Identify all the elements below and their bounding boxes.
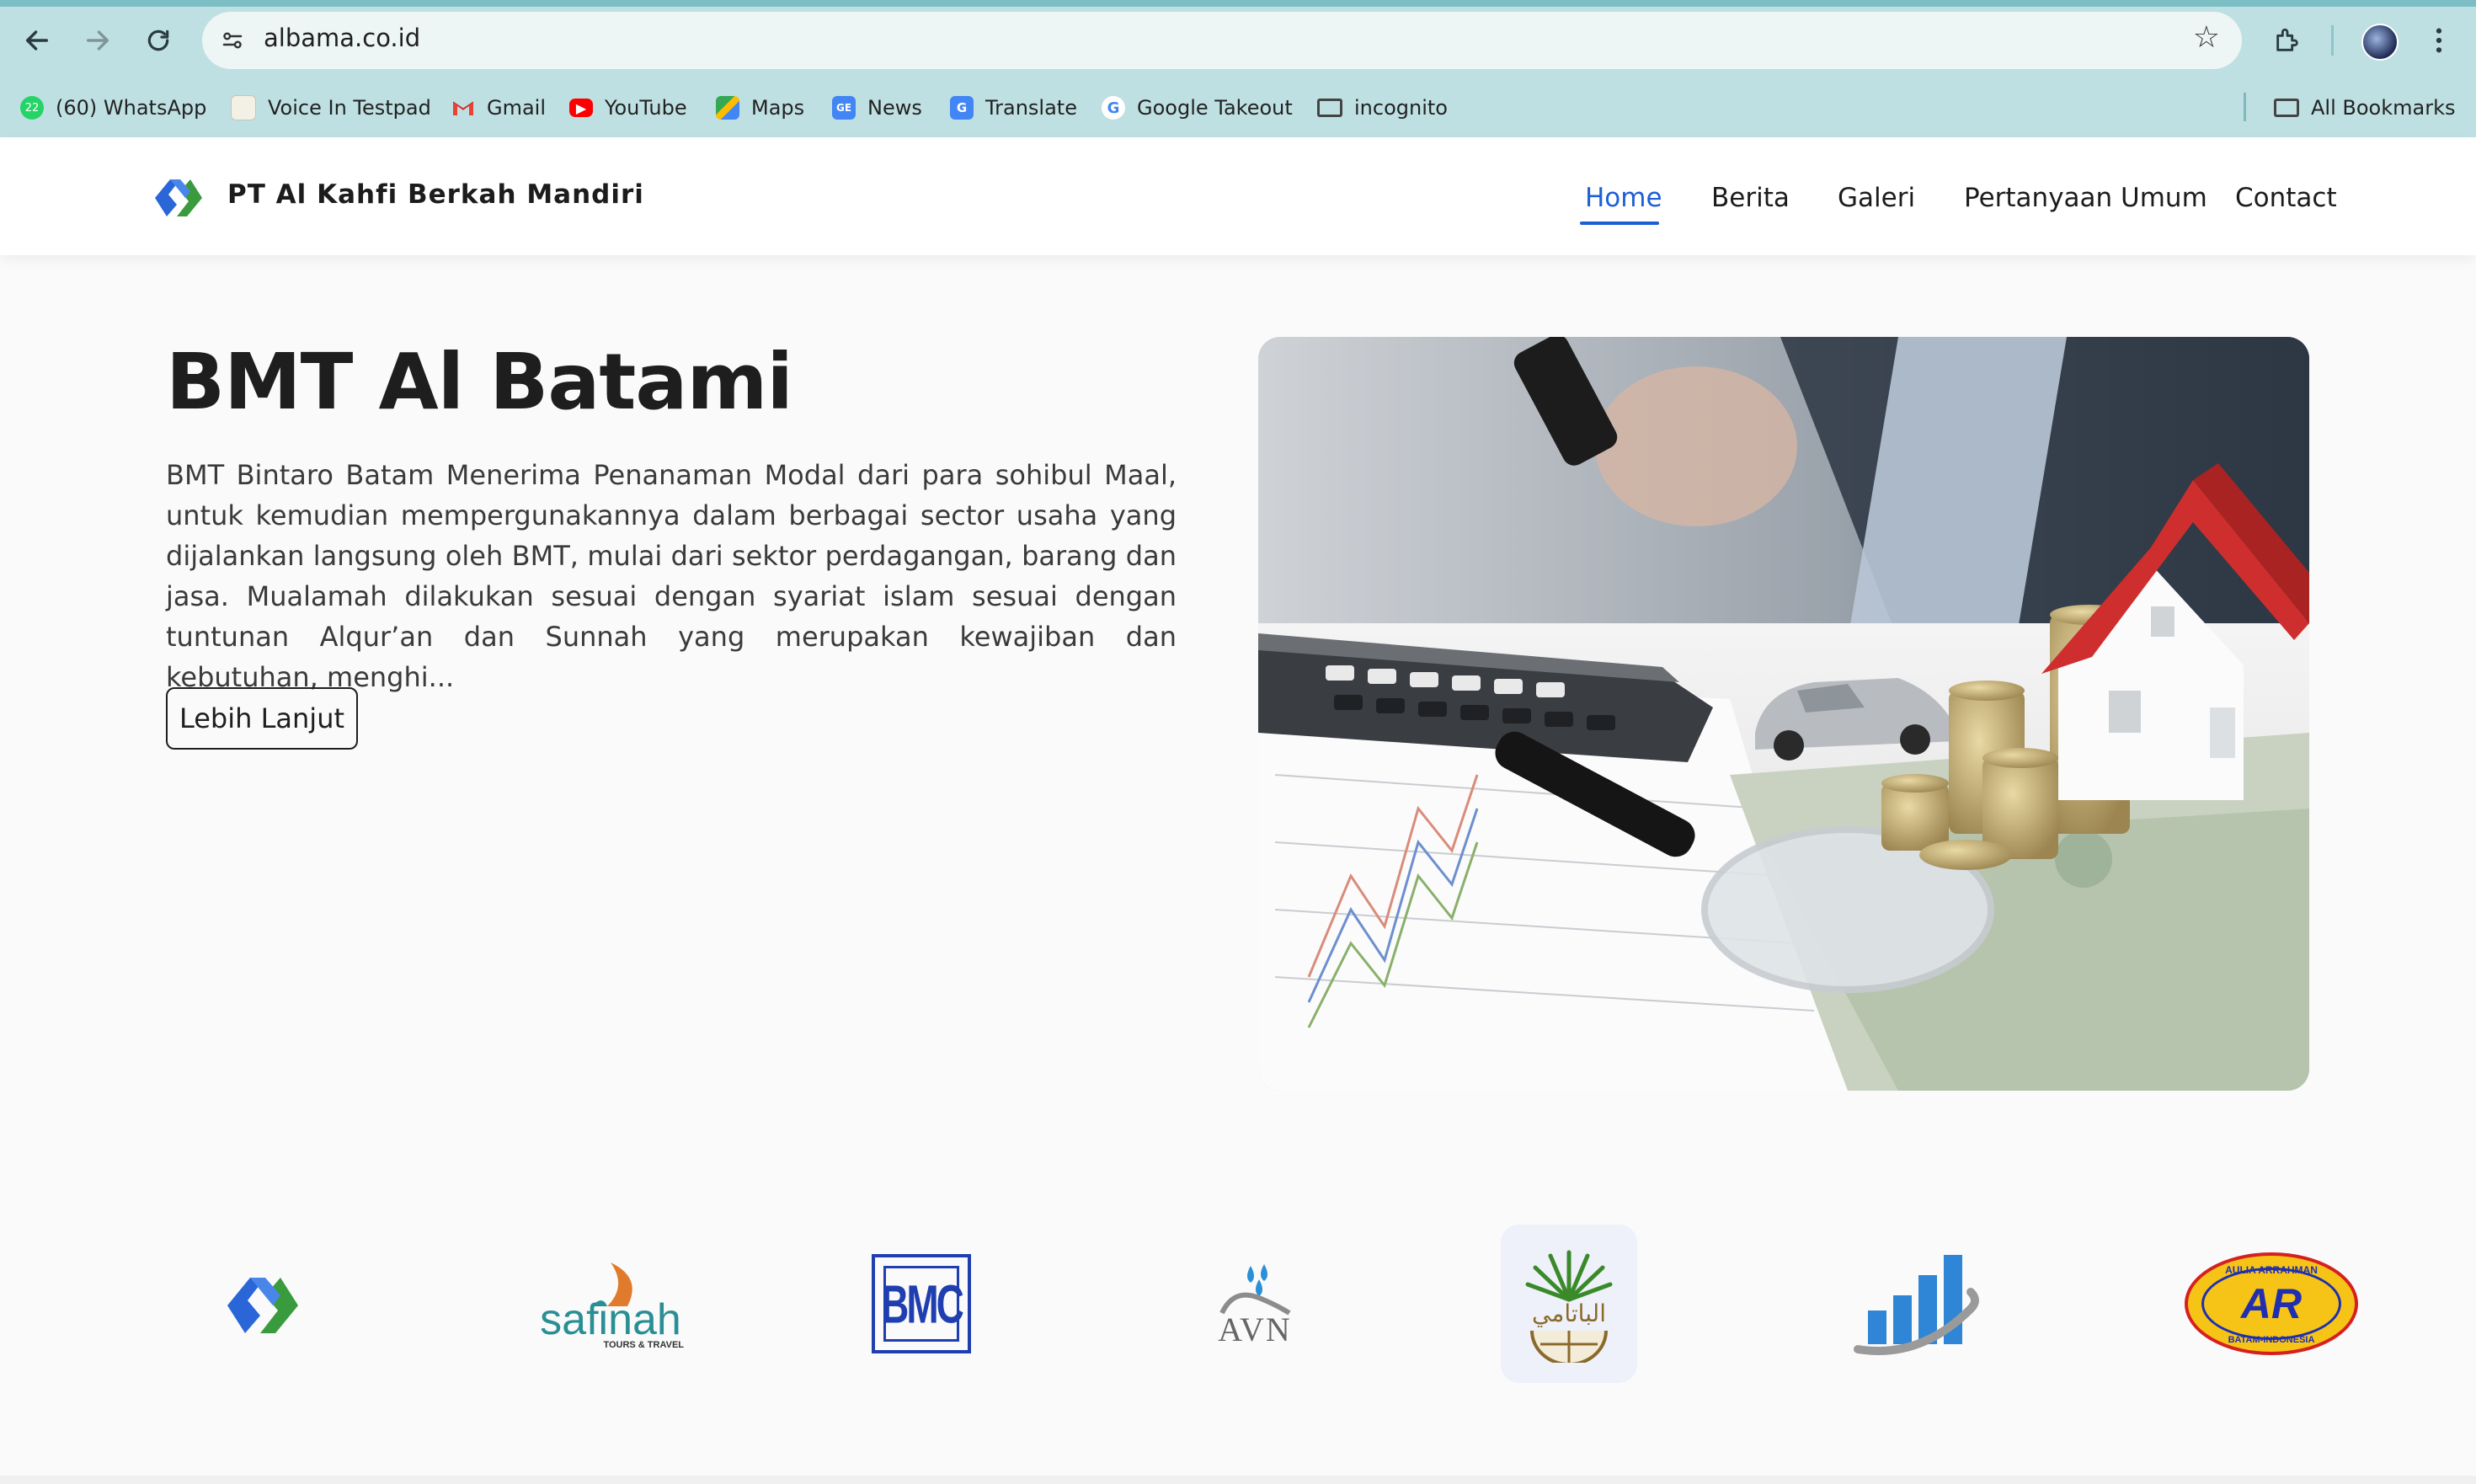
google-icon: G — [1102, 96, 1125, 120]
hero-description: BMT Bintaro Batam Menerima Penanaman Mod… — [166, 459, 1177, 693]
brand-name[interactable]: PT Al Kahfi Berkah Mandiri — [227, 179, 644, 210]
partner-logo-albatami[interactable]: الباتامي — [1501, 1225, 1637, 1383]
bookmark-label: Gmail — [487, 96, 547, 120]
section-divider — [0, 1476, 2476, 1484]
bookmark-label: incognito — [1354, 96, 1448, 120]
nav-berita[interactable]: Berita — [1711, 183, 1790, 213]
bookmarks-bar: 22 (60) WhatsApp Voice In Testpad Gmail … — [0, 88, 2476, 128]
toolbar-separator — [2331, 25, 2334, 56]
bar-growth-icon — [1854, 1255, 1979, 1355]
partner-logo-avn[interactable]: AVN — [1196, 1255, 1314, 1356]
folder-icon — [1317, 99, 1342, 117]
partner-logo-bmc[interactable]: BMC — [867, 1250, 975, 1358]
partner-logo-aulia-arrahman[interactable]: AULIA ARRAHMAN AR BATAM-INDONESIA — [2181, 1250, 2361, 1358]
nav-galeri[interactable]: Galeri — [1838, 183, 1915, 213]
bookmark-label: News — [867, 96, 922, 120]
ar-inner-ring — [2201, 1268, 2341, 1340]
bmc-frame: BMC — [872, 1254, 971, 1353]
profile-avatar[interactable] — [2361, 24, 2399, 61]
safinah-wordmark: safinah — [540, 1295, 681, 1344]
bookmark-voice-in-testpad[interactable]: Voice In Testpad — [231, 93, 431, 123]
forward-button[interactable] — [74, 17, 121, 64]
ar-emblem: AULIA ARRAHMAN AR BATAM-INDONESIA — [2185, 1252, 2358, 1355]
hero-image — [1258, 337, 2309, 1091]
finance-illustration — [1258, 337, 2309, 1091]
bookmark-gmail[interactable]: Gmail — [451, 93, 546, 123]
browser-menu-icon[interactable] — [2417, 19, 2461, 62]
folder-icon — [2274, 99, 2299, 117]
bookmark-folder-incognito[interactable]: incognito — [1317, 93, 1448, 123]
active-nav-indicator — [1580, 222, 1659, 225]
nav-pertanyaan-umum[interactable]: Pertanyaan Umum — [1964, 183, 2207, 213]
safinah-tagline: TOURS & TRAVEL — [603, 1340, 684, 1350]
news-icon: GE — [832, 96, 856, 120]
browser-chrome: albama.co.id ☆ 22 (60) WhatsApp Voice In… — [0, 0, 2476, 137]
partner-logo-alkahfi[interactable] — [221, 1263, 305, 1348]
address-bar[interactable]: albama.co.id ☆ — [202, 12, 2242, 69]
back-arrow-icon — [25, 30, 49, 51]
bookmark-translate[interactable]: G Translate — [950, 93, 1077, 123]
albatami-wordmark: الباتامي — [1532, 1299, 1606, 1327]
bookmark-label: YouTube — [605, 96, 687, 120]
bmc-wordmark: BMC — [881, 1273, 964, 1335]
bookmark-whatsapp[interactable]: 22 (60) WhatsApp — [20, 93, 206, 123]
alkahfi-logo-icon — [227, 1278, 298, 1333]
hero-title: BMT Al Batami — [166, 337, 793, 427]
whatsapp-icon: 22 — [20, 96, 44, 120]
translate-icon: G — [950, 96, 974, 120]
reload-icon — [147, 29, 169, 51]
site-info-button[interactable] — [214, 22, 251, 59]
bookmark-label: Voice In Testpad — [268, 96, 431, 120]
gmail-icon — [451, 96, 475, 120]
maps-icon — [716, 96, 739, 120]
extensions-icon[interactable] — [2265, 19, 2309, 62]
lebih-lanjut-button[interactable]: Lebih Lanjut — [166, 687, 358, 750]
brand-logo-icon[interactable] — [152, 173, 205, 223]
bookmark-news[interactable]: GE News — [832, 93, 922, 123]
partner-logo-growth[interactable] — [1853, 1250, 1979, 1359]
globe-icon — [1530, 1330, 1608, 1363]
bookmark-google-takeout[interactable]: G Google Takeout — [1102, 93, 1293, 123]
nav-contact[interactable]: Contact — [2235, 183, 2337, 213]
tune-icon — [222, 32, 243, 49]
bookmark-label: Maps — [751, 96, 805, 120]
water-drop-icon — [1219, 1263, 1291, 1316]
notepad-icon — [231, 95, 256, 120]
all-bookmarks-label: All Bookmarks — [2311, 96, 2456, 120]
site-header: PT Al Kahfi Berkah Mandiri Home Berita G… — [0, 137, 2476, 255]
all-bookmarks-button[interactable]: All Bookmarks — [2274, 93, 2455, 123]
avn-wordmark: AVN — [1218, 1310, 1292, 1348]
bookmark-youtube[interactable]: ▶ YouTube — [569, 93, 687, 123]
url-text[interactable]: albama.co.id — [264, 24, 420, 52]
bookmark-star-icon[interactable]: ☆ — [2193, 20, 2220, 55]
partner-logo-safinah[interactable]: safinah TOURS & TRAVEL — [531, 1246, 691, 1364]
bookmarks-separator — [2244, 93, 2246, 121]
bookmark-label: Translate — [985, 96, 1077, 120]
nav-home[interactable]: Home — [1585, 183, 1662, 213]
back-button[interactable] — [13, 17, 61, 64]
bookmark-label: Google Takeout — [1137, 96, 1293, 120]
youtube-icon: ▶ — [569, 99, 593, 117]
forward-arrow-icon — [86, 30, 109, 51]
ar-bottom-text: BATAM-INDONESIA — [2228, 1335, 2315, 1345]
bookmark-label: (60) WhatsApp — [56, 96, 207, 120]
bookmark-maps[interactable]: Maps — [716, 93, 804, 123]
ar-top-text: AULIA ARRAHMAN — [2225, 1264, 2318, 1276]
window-top-edge — [0, 0, 2476, 7]
reload-button[interactable] — [135, 17, 182, 64]
sunburst-icon — [1525, 1250, 1613, 1301]
